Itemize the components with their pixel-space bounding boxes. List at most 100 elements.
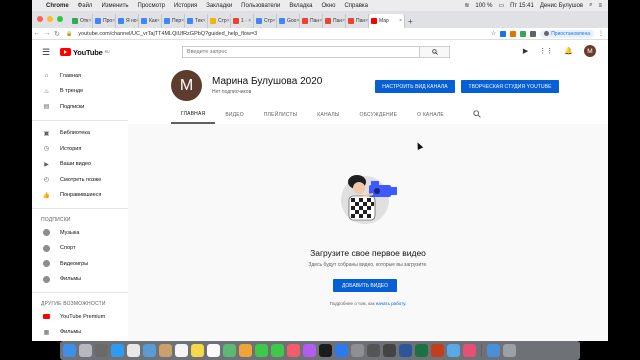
app-icon[interactable]	[463, 344, 476, 357]
close-tab-icon[interactable]: ×	[88, 18, 91, 24]
tab-channels[interactable]: КАНАЛЫ	[307, 106, 349, 124]
tv-icon[interactable]	[319, 344, 332, 357]
mail-icon[interactable]	[143, 344, 156, 357]
browser-tab[interactable]: Goo ×	[277, 14, 300, 28]
siri-icon[interactable]	[79, 344, 92, 357]
podcasts-icon[interactable]	[303, 344, 316, 357]
menu-list-icon[interactable]: ≡	[598, 3, 602, 9]
youtube-logo[interactable]: YouTube RU	[60, 48, 110, 57]
menu-window[interactable]: Окно	[321, 3, 335, 9]
chrome-icon[interactable]	[127, 344, 140, 357]
close-tab-icon[interactable]: ×	[399, 18, 402, 24]
launchpad-icon[interactable]	[95, 344, 108, 357]
sidebar-item-films[interactable]: ▦ Фильмы	[32, 325, 128, 341]
url-field[interactable]: youtube.com/channel/UC_vrTajTT4MLQiUfRzG…	[78, 31, 491, 37]
sidebar-item-gaming[interactable]: Видеоигры	[32, 256, 128, 272]
back-icon[interactable]: ←	[32, 30, 42, 37]
sidebar-item-music[interactable]: Музыка	[32, 225, 128, 241]
word-icon[interactable]	[399, 344, 412, 357]
browser-tab[interactable]: Про ×	[93, 14, 116, 28]
tab-videos[interactable]: ВИДЕО	[215, 106, 254, 124]
close-tab-icon[interactable]: ×	[365, 18, 368, 24]
browser-tab[interactable]: 1 · ×	[231, 14, 254, 28]
sidebar-item-library[interactable]: ▣ Библиотека	[32, 126, 128, 142]
browser-tab[interactable]: Тек ×	[185, 14, 208, 28]
hamburger-menu-icon[interactable]: ☰	[32, 47, 60, 58]
channel-search-icon[interactable]	[473, 110, 481, 118]
music-icon[interactable]	[287, 344, 300, 357]
get-started-link[interactable]: начать работу	[376, 301, 405, 306]
finder-icon[interactable]	[63, 344, 76, 357]
sidebar-item-watch-later[interactable]: ◴ Смотреть позже	[32, 172, 128, 188]
search-input[interactable]	[182, 46, 420, 58]
close-tab-icon[interactable]: ×	[227, 18, 230, 24]
zoom-window-button[interactable]	[57, 16, 63, 22]
excel-icon[interactable]	[415, 344, 428, 357]
close-tab-icon[interactable]: ×	[248, 18, 251, 24]
sidebar-item-youtube-premium[interactable]: YouTube Premium	[32, 309, 128, 325]
forward-icon[interactable]: →	[42, 30, 52, 37]
browser-menu-icon[interactable]: ⋮	[598, 30, 604, 37]
new-tab-button[interactable]: +	[408, 17, 413, 26]
browser-tab[interactable]: Пан ×	[323, 14, 346, 28]
browser-tab[interactable]: Я но×	[116, 14, 139, 28]
close-tab-icon[interactable]: ×	[319, 18, 322, 24]
profile-button[interactable]: Приостановлена	[540, 29, 594, 38]
menu-edit[interactable]: Изменить	[101, 3, 128, 9]
contacts-icon[interactable]	[159, 344, 172, 357]
close-tab-icon[interactable]: ×	[342, 18, 345, 24]
sidebar-item-sport[interactable]: Спорт	[32, 241, 128, 257]
photos-icon[interactable]	[239, 344, 252, 357]
sidebar-item-movies[interactable]: Фильмы	[32, 272, 128, 288]
safari-icon[interactable]	[111, 344, 124, 357]
search-spotlight-icon[interactable]: ⌕	[589, 2, 592, 9]
search-button[interactable]	[420, 46, 450, 58]
maps-icon[interactable]	[223, 344, 236, 357]
lock-icon[interactable]: 🔒	[66, 31, 72, 37]
system-preferences-icon[interactable]	[351, 344, 364, 357]
user-name[interactable]: Денис Булушов	[540, 3, 583, 9]
extension-icon[interactable]	[530, 30, 537, 37]
close-tab-icon[interactable]: ×	[273, 18, 276, 24]
close-tab-icon[interactable]: ×	[296, 18, 299, 24]
minimize-window-button[interactable]	[47, 16, 53, 22]
telegram-icon[interactable]	[447, 344, 460, 357]
menu-history[interactable]: История	[174, 3, 197, 9]
powerpoint-icon[interactable]	[431, 344, 444, 357]
browser-tab[interactable]: Стр ×	[208, 14, 231, 28]
browser-tab[interactable]: Пер ×	[162, 14, 185, 28]
sidebar-item-trending[interactable]: ♨ В тренде	[32, 84, 128, 100]
tab-discussion[interactable]: ОБСУЖДЕНИЕ	[350, 106, 408, 124]
menu-bookmarks[interactable]: Закладки	[206, 3, 232, 9]
menu-view[interactable]: Просмотр	[138, 3, 165, 9]
reload-icon[interactable]: ↻	[52, 30, 62, 38]
tab-playlists[interactable]: ПЛЕЙЛИСТЫ	[254, 106, 307, 124]
youtube-studio-button[interactable]: ТВОРЧЕСКАЯ СТУДИЯ YOUTUBE	[461, 80, 559, 93]
close-tab-icon[interactable]: ×	[157, 18, 160, 24]
close-tab-icon[interactable]: ×	[112, 18, 115, 24]
extension-icon[interactable]	[500, 30, 507, 37]
trash-icon[interactable]	[503, 344, 516, 357]
menu-chrome[interactable]: Chrome	[46, 3, 69, 9]
create-video-icon[interactable]: ▶	[523, 47, 528, 55]
app-store-icon[interactable]	[335, 344, 348, 357]
clock[interactable]: Пт 15:41	[510, 3, 534, 9]
sidebar-item-subscriptions[interactable]: ▤ Подписки	[32, 99, 128, 115]
tab-home[interactable]: ГЛАВНАЯ	[171, 106, 216, 124]
menu-users[interactable]: Пользователи	[241, 3, 280, 9]
browser-tab[interactable]: Пан ×	[300, 14, 323, 28]
downloads-folder-icon[interactable]	[487, 344, 500, 357]
close-tab-icon[interactable]: ×	[181, 18, 184, 24]
customize-channel-button[interactable]: НАСТРОИТЬ ВИД КАНАЛА	[375, 80, 455, 93]
wifi-icon[interactable]: ≋	[464, 2, 469, 9]
sidebar-item-home[interactable]: ⌂ Главная	[32, 68, 128, 84]
facetime-icon[interactable]	[271, 344, 284, 357]
terminal-icon[interactable]	[367, 344, 380, 357]
close-window-button[interactable]	[37, 16, 43, 22]
browser-tab[interactable]: Пан ×	[346, 14, 369, 28]
channel-avatar[interactable]: M	[171, 70, 202, 101]
apps-grid-icon[interactable]: ⋮⋮	[539, 47, 553, 55]
calendar-icon[interactable]	[175, 344, 188, 357]
bookmark-star-icon[interactable]: ☆	[491, 30, 496, 37]
sidebar-item-your-videos[interactable]: ▶ Ваши видео	[32, 157, 128, 173]
